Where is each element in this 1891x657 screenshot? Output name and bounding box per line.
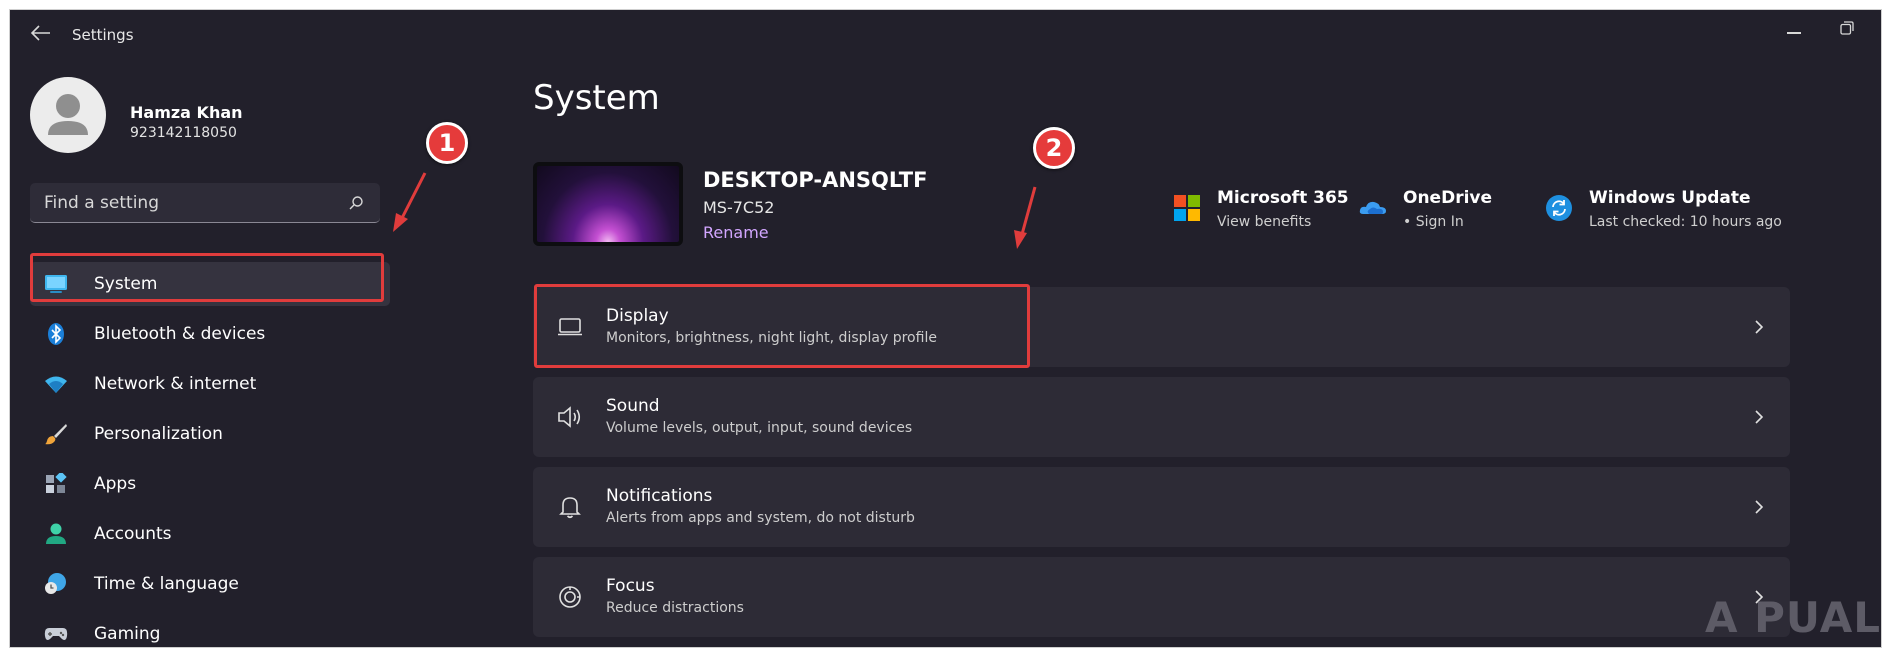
card-title: Notifications	[606, 486, 713, 506]
onedrive-cloud-icon	[1359, 201, 1386, 214]
user-silhouette-icon	[48, 94, 88, 135]
rename-link[interactable]: Rename	[703, 223, 769, 242]
wifi-icon	[45, 376, 67, 393]
sidebar-item-label: Apps	[94, 474, 137, 494]
sidebar-item-time-language[interactable]: Time & language	[30, 562, 390, 606]
sidebar-item-personalization[interactable]: Personalization	[30, 412, 390, 456]
globe-clock-icon	[45, 573, 66, 594]
highlight-system-item	[30, 253, 384, 302]
sidebar-item-label: Network & internet	[94, 374, 257, 394]
notifications-card[interactable]: Notifications Alerts from apps and syste…	[533, 467, 1790, 547]
sidebar-item-label: Time & language	[94, 574, 239, 594]
windows-update-icon	[1546, 195, 1572, 221]
chevron-right-icon	[1755, 320, 1764, 334]
annotation-badge-1: 1	[426, 122, 468, 164]
quick-link-title: Windows Update	[1589, 188, 1751, 208]
brush-icon	[45, 424, 67, 445]
page-title: System	[533, 78, 660, 118]
microsoft-logo-icon	[1174, 195, 1200, 221]
avatar[interactable]	[30, 77, 106, 153]
sound-card[interactable]: Sound Volume levels, output, input, soun…	[533, 377, 1790, 457]
desktop-wallpaper-thumbnail	[533, 162, 683, 246]
chevron-right-icon	[1755, 500, 1764, 514]
minimize-button[interactable]	[1787, 32, 1801, 34]
device-model: MS-7C52	[703, 198, 775, 217]
search-icon[interactable]	[348, 195, 364, 211]
search-box[interactable]	[30, 183, 380, 223]
sidebar-item-bluetooth[interactable]: Bluetooth & devices	[30, 312, 390, 356]
card-subtitle: Volume levels, output, input, sound devi…	[606, 420, 913, 436]
sidebar-item-label: Personalization	[94, 424, 223, 444]
card-title: Focus	[606, 576, 655, 596]
search-input[interactable]	[30, 183, 346, 223]
card-subtitle: Alerts from apps and system, do not dist…	[606, 510, 915, 526]
watermark-logo: A PUALS	[1705, 593, 1881, 642]
bluetooth-icon	[48, 323, 64, 345]
quick-link-title: Microsoft 365	[1217, 188, 1349, 208]
back-arrow-icon[interactable]	[30, 24, 52, 42]
speaker-icon	[558, 406, 581, 428]
highlight-display-card	[534, 284, 1030, 368]
card-subtitle: Reduce distractions	[606, 600, 744, 616]
gamepad-icon	[44, 628, 68, 640]
sidebar-item-label: Gaming	[94, 624, 161, 644]
restore-button[interactable]	[1840, 21, 1854, 35]
quick-link-subtitle: View benefits	[1217, 214, 1312, 230]
chevron-right-icon	[1755, 410, 1764, 424]
sidebar-item-network[interactable]: Network & internet	[30, 362, 390, 406]
sidebar-item-label: Accounts	[94, 524, 172, 544]
quick-link-subtitle: • Sign In	[1403, 214, 1464, 230]
accounts-icon	[46, 523, 66, 544]
user-name: Hamza Khan	[130, 103, 243, 122]
bell-icon	[559, 497, 581, 519]
card-title: Sound	[606, 396, 660, 416]
focus-card[interactable]: Focus Reduce distractions	[533, 557, 1790, 637]
sidebar-item-apps[interactable]: Apps	[30, 462, 390, 506]
sidebar-item-accounts[interactable]: Accounts	[30, 512, 390, 556]
user-phone: 923142118050	[130, 125, 237, 141]
device-name: DESKTOP-ANSQLTF	[703, 168, 928, 192]
sidebar-item-gaming[interactable]: Gaming	[30, 612, 390, 647]
apps-icon	[46, 473, 67, 493]
title-bar: Settings	[10, 10, 1881, 54]
quick-link-subtitle: Last checked: 10 hours ago	[1589, 214, 1782, 230]
app-title: Settings	[72, 26, 134, 44]
quick-link-title: OneDrive	[1403, 188, 1493, 208]
sidebar-item-label: Bluetooth & devices	[94, 324, 266, 344]
annotation-badge-2: 2	[1033, 127, 1075, 169]
focus-icon	[559, 586, 581, 608]
